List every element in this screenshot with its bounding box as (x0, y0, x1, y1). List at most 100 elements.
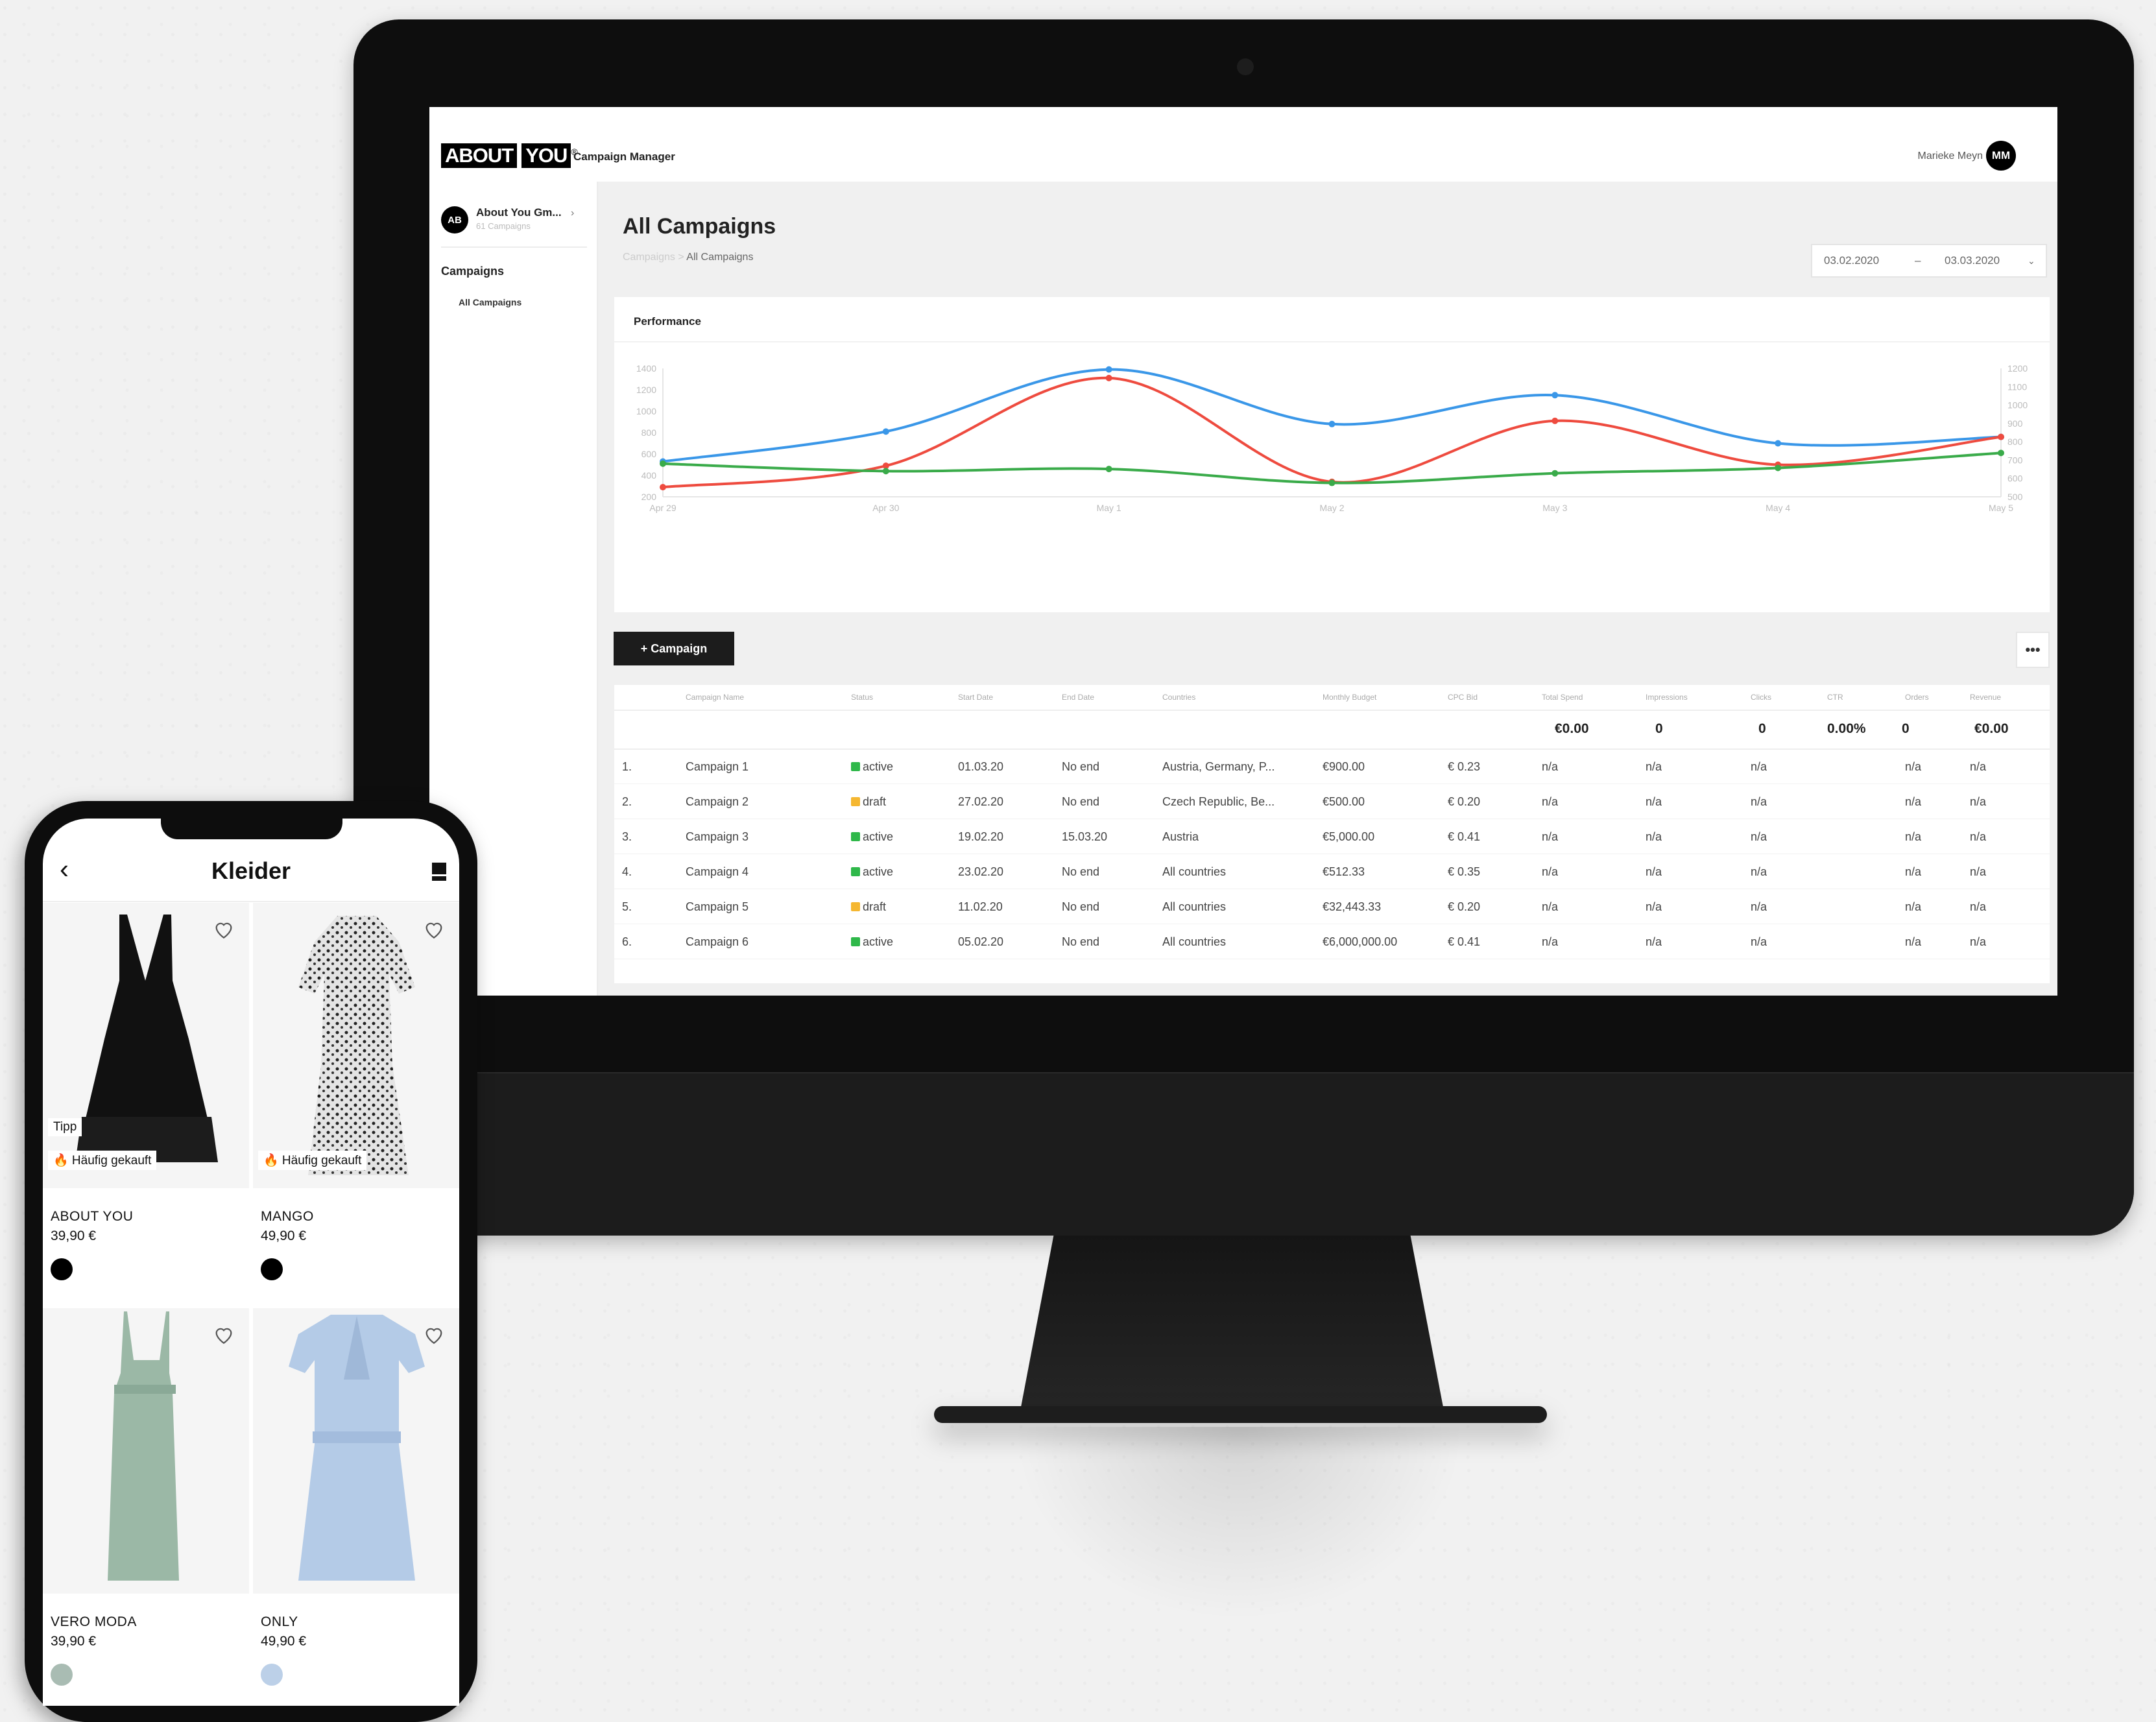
y-left-tick-label: 200 (641, 492, 657, 502)
data-point (1105, 366, 1112, 373)
column-header[interactable]: CTR (1827, 693, 1843, 702)
add-campaign-button[interactable]: + Campaign (614, 632, 734, 665)
column-header[interactable]: Impressions (1646, 693, 1688, 702)
data-point (1551, 417, 1559, 424)
column-header[interactable]: Campaign Name (686, 693, 744, 702)
chevron-right-icon[interactable]: › (571, 208, 574, 219)
cell-countries: Austria, Germany, P... (1162, 760, 1275, 773)
data-point (1328, 420, 1336, 427)
cell-budget: €900.00 (1323, 760, 1365, 773)
heart-icon[interactable] (213, 1324, 235, 1346)
data-point (1775, 464, 1782, 472)
cell-name[interactable]: Campaign 2 (686, 795, 749, 809)
cell-name[interactable]: Campaign 5 (686, 900, 749, 914)
cell-spend: n/a (1542, 935, 1559, 948)
x-tick-label: May 2 (1319, 503, 1344, 513)
product-image[interactable] (253, 1308, 459, 1594)
x-tick-label: May 4 (1766, 503, 1790, 513)
column-header[interactable]: Status (851, 693, 873, 702)
column-header[interactable]: Monthly Budget (1323, 693, 1376, 702)
column-header[interactable]: Revenue (1970, 693, 2001, 702)
more-options-icon[interactable]: ••• (2016, 632, 2050, 668)
cell-cpc: € 0.35 (1448, 865, 1481, 878)
column-header[interactable]: Start Date (958, 693, 993, 702)
date-to[interactable]: 03.03.2020 (1945, 254, 2000, 267)
y-right-tick-label: 500 (2007, 492, 2023, 502)
account-name[interactable]: About You Gm... (476, 206, 562, 219)
product-brand: VERO MODA (51, 1614, 137, 1629)
column-header[interactable]: Countries (1162, 693, 1195, 702)
data-point (1775, 440, 1782, 447)
sidebar-item-all-campaigns[interactable]: All Campaigns (459, 297, 521, 307)
heart-icon[interactable] (423, 918, 445, 940)
table-totals-row: €0.00 0 0 0.00% 0 €0.00 (614, 710, 2050, 750)
status-label: active (863, 865, 894, 878)
y-left-tick-label: 600 (641, 449, 657, 459)
column-header[interactable]: Orders (1905, 693, 1929, 702)
total-clicks: 0 (1758, 721, 1766, 736)
camera (1237, 58, 1254, 75)
cell-spend: n/a (1542, 865, 1559, 878)
column-header[interactable]: CPC Bid (1448, 693, 1478, 702)
cell-budget: €6,000,000.00 (1323, 935, 1398, 948)
about-you-logo[interactable]: ABOUT YOU ® (441, 143, 578, 168)
cell-name[interactable]: Campaign 4 (686, 865, 749, 879)
color-swatch[interactable] (261, 1664, 283, 1686)
table-row[interactable]: 4. Campaign 4 active 23.02.20 No end All coun… (614, 854, 2050, 889)
cell-num: 5. (622, 900, 632, 913)
column-header[interactable]: Clicks (1751, 693, 1771, 702)
color-swatch[interactable] (261, 1258, 283, 1280)
breadcrumb-parent[interactable]: Campaigns (623, 252, 675, 263)
cell-impressions: n/a (1646, 795, 1662, 808)
column-header[interactable]: Total Spend (1542, 693, 1583, 702)
date-range-picker[interactable]: 03.02.2020 – 03.03.2020 ⌄ (1811, 244, 2047, 278)
main-content: All Campaigns Campaigns > All Campaigns … (598, 182, 2057, 996)
heart-icon[interactable] (213, 918, 235, 940)
cell-revenue: n/a (1970, 760, 1987, 773)
account-avatar[interactable]: AB (441, 206, 468, 233)
cell-clicks: n/a (1751, 865, 1767, 878)
cell-start: 19.02.20 (958, 830, 1004, 843)
table-row[interactable]: 1. Campaign 1 active 01.03.20 No end Austria,… (614, 748, 2050, 784)
y-right-tick-label: 900 (2007, 418, 2023, 429)
product-image[interactable]: Tipp 🔥 Häufig gekauft (43, 903, 249, 1188)
heart-icon[interactable] (423, 1324, 445, 1346)
sidebar-section-campaigns[interactable]: Campaigns (441, 265, 504, 278)
status-icon (851, 762, 860, 771)
table-row[interactable]: 3. Campaign 3 active 19.02.20 15.03.20 Austri… (614, 819, 2050, 854)
product-image[interactable]: 🔥 Häufig gekauft (253, 903, 459, 1188)
column-header[interactable]: End Date (1062, 693, 1094, 702)
product-image[interactable] (43, 1308, 249, 1594)
product-price: 49,90 € (261, 1634, 307, 1649)
table-row[interactable]: 6. Campaign 6 active 05.02.20 No end All coun… (614, 924, 2050, 959)
cell-name[interactable]: Campaign 6 (686, 935, 749, 949)
y-left-tick-label: 1000 (636, 406, 656, 416)
date-from[interactable]: 03.02.2020 (1824, 254, 1879, 267)
shopping-bag-icon[interactable] (432, 863, 446, 881)
cell-cpc: € 0.23 (1448, 760, 1481, 773)
x-tick-label: Apr 30 (872, 503, 899, 513)
table-row[interactable]: 5. Campaign 5 draft 11.02.20 No end All count… (614, 889, 2050, 924)
cell-orders: n/a (1905, 935, 1922, 948)
cell-end: No end (1062, 795, 1100, 808)
cell-countries: All countries (1162, 865, 1227, 878)
cell-num: 3. (622, 830, 632, 843)
cell-countries: All countries (1162, 935, 1227, 948)
cell-name[interactable]: Campaign 3 (686, 830, 749, 844)
status-icon (851, 832, 860, 841)
table-row[interactable]: 2. Campaign 2 draft 27.02.20 No end Czech Rep… (614, 783, 2050, 819)
cell-budget: €32,443.33 (1323, 900, 1382, 913)
cell-num: 2. (622, 795, 632, 808)
y-left-tick-label: 1400 (636, 363, 656, 374)
cell-start: 23.02.20 (958, 865, 1004, 878)
cell-clicks: n/a (1751, 760, 1767, 773)
color-swatch[interactable] (51, 1664, 73, 1686)
cell-countries: Czech Republic, Be... (1162, 795, 1275, 808)
user-avatar[interactable]: MM (1986, 141, 2016, 171)
total-revenue: €0.00 (1974, 721, 2009, 736)
user-name[interactable]: Marieke Meyn (1918, 150, 1983, 162)
cell-orders: n/a (1905, 795, 1922, 808)
color-swatch[interactable] (51, 1258, 73, 1280)
cell-name[interactable]: Campaign 1 (686, 760, 749, 774)
chevron-down-icon[interactable]: ⌄ (2028, 256, 2035, 267)
